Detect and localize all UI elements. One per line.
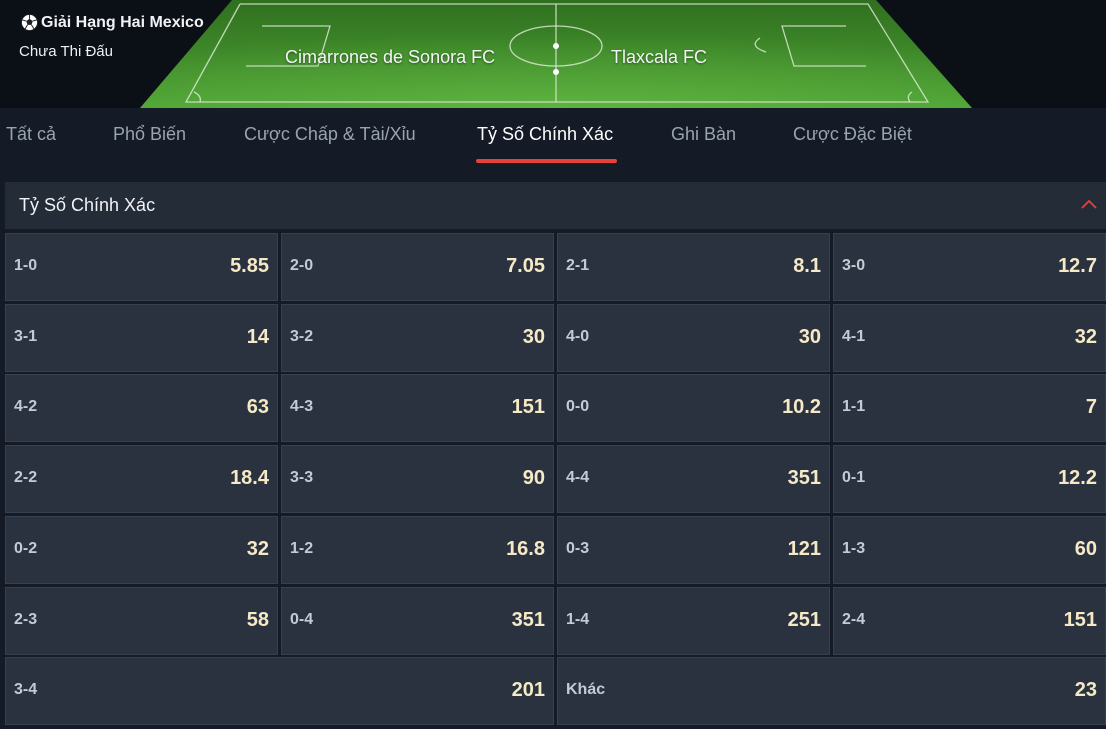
- odds-button[interactable]: 1-0 5.85: [5, 233, 278, 301]
- odds-value: 151: [1063, 609, 1097, 631]
- odds-button[interactable]: 0-2 32: [5, 516, 278, 584]
- tab-correct-score[interactable]: Tỷ Số Chính Xác: [477, 124, 613, 145]
- odds-button[interactable]: 3-4 201: [5, 657, 554, 725]
- odds-value: 8.1: [793, 255, 821, 277]
- odds-button[interactable]: 3-1 14: [5, 304, 278, 372]
- odds-button[interactable]: 4-0 30: [557, 304, 830, 372]
- odds-button[interactable]: 2-4 151: [833, 587, 1106, 655]
- odds-button[interactable]: 1-3 60: [833, 516, 1106, 584]
- tab-handicap-over-under[interactable]: Cược Chấp & Tài/Xỉu: [244, 124, 416, 145]
- tab-specials[interactable]: Cược Đặc Biệt: [793, 124, 912, 145]
- odds-value: 201: [511, 679, 545, 701]
- score-label: 4-2: [14, 398, 38, 415]
- odds-value: 63: [246, 396, 269, 418]
- score-label: 1-2: [290, 540, 314, 557]
- odds-value: 30: [522, 326, 545, 348]
- odds-value: 30: [798, 326, 821, 348]
- score-label: 3-2: [290, 328, 314, 345]
- odds-button[interactable]: 1-4 251: [557, 587, 830, 655]
- score-label: 2-1: [566, 257, 590, 274]
- score-label: 1-1: [842, 398, 866, 415]
- odds-button[interactable]: 3-2 30: [281, 304, 554, 372]
- odds-value: 121: [787, 538, 821, 560]
- score-label: 0-2: [14, 540, 38, 557]
- score-label: 2-0: [290, 257, 314, 274]
- odds-button[interactable]: 1-2 16.8: [281, 516, 554, 584]
- away-team-name: Tlaxcala FC: [611, 47, 708, 67]
- score-label: 4-1: [842, 328, 866, 345]
- odds-value: 16.8: [506, 538, 545, 560]
- chevron-up-icon[interactable]: [1080, 197, 1098, 211]
- odds-button-other[interactable]: Khác 23: [557, 657, 1106, 725]
- score-label: Khác: [566, 681, 606, 698]
- score-label: 2-2: [14, 469, 38, 486]
- soccer-ball-icon: [20, 13, 39, 32]
- odds-value: 18.4: [230, 467, 269, 489]
- odds-value: 7.05: [506, 255, 545, 277]
- odds-value: 32: [246, 538, 269, 560]
- score-label: 1-0: [14, 257, 38, 274]
- odds-value: 12.2: [1058, 467, 1097, 489]
- score-label: 1-4: [566, 611, 590, 628]
- odds-value: 32: [1074, 326, 1097, 348]
- odds-value: 151: [511, 396, 545, 418]
- score-label: 2-4: [842, 611, 866, 628]
- score-label: 0-3: [566, 540, 590, 557]
- score-label: 3-0: [842, 257, 866, 274]
- score-label: 0-0: [566, 398, 590, 415]
- odds-button[interactable]: 2-2 18.4: [5, 445, 278, 513]
- tab-goalscorer[interactable]: Ghi Bàn: [671, 124, 736, 145]
- match-banner: Giải Hạng Hai Mexico Chưa Thi Đấu Cimarr…: [0, 0, 1106, 108]
- odds-button[interactable]: 4-1 32: [833, 304, 1106, 372]
- tab-all[interactable]: Tất cả: [6, 124, 56, 145]
- odds-button[interactable]: 1-1 7: [833, 374, 1106, 442]
- odds-value: 7: [1085, 396, 1097, 418]
- odds-button[interactable]: 0-0 10.2: [557, 374, 830, 442]
- odds-button[interactable]: 3-0 12.7: [833, 233, 1106, 301]
- odds-button[interactable]: 0-4 351: [281, 587, 554, 655]
- home-team-name: Cimarrones de Sonora FC: [285, 47, 496, 67]
- score-label: 3-1: [14, 328, 38, 345]
- score-label: 0-1: [842, 469, 866, 486]
- odds-button[interactable]: 2-0 7.05: [281, 233, 554, 301]
- tab-popular[interactable]: Phổ Biến: [113, 124, 186, 145]
- odds-button[interactable]: 2-3 58: [5, 587, 278, 655]
- odds-button[interactable]: 4-4 351: [557, 445, 830, 513]
- score-label: 4-3: [290, 398, 314, 415]
- active-tab-indicator: [476, 159, 617, 163]
- odds-value: 58: [246, 609, 269, 631]
- odds-button[interactable]: 4-2 63: [5, 374, 278, 442]
- score-label: 3-3: [290, 469, 314, 486]
- league-name: Giải Hạng Hai Mexico: [41, 13, 204, 31]
- score-label: 1-3: [842, 540, 866, 557]
- odds-button[interactable]: 2-1 8.1: [557, 233, 830, 301]
- match-status: Chưa Thi Đấu: [19, 43, 113, 60]
- odds-button[interactable]: 4-3 151: [281, 374, 554, 442]
- odds-value: 60: [1074, 538, 1097, 560]
- odds-button[interactable]: 3-3 90: [281, 445, 554, 513]
- odds-value: 14: [246, 326, 269, 348]
- score-label: 0-4: [290, 611, 314, 628]
- odds-value: 351: [511, 609, 545, 631]
- odds-value: 12.7: [1058, 255, 1097, 277]
- market-title: Tỷ Số Chính Xác: [19, 195, 156, 215]
- odds-value: 90: [522, 467, 545, 489]
- score-label: 3-4: [14, 681, 38, 698]
- odds-button[interactable]: 0-1 12.2: [833, 445, 1106, 513]
- score-label: 4-0: [566, 328, 590, 345]
- market-header[interactable]: Tỷ Số Chính Xác: [5, 182, 1106, 229]
- odds-value: 351: [787, 467, 821, 489]
- score-label: 4-4: [566, 469, 590, 486]
- odds-value: 251: [787, 609, 821, 631]
- odds-button[interactable]: 0-3 121: [557, 516, 830, 584]
- market-tabs: Tất cả Phổ Biến Cược Chấp & Tài/Xỉu Tỷ S…: [0, 108, 1106, 164]
- odds-value: 10.2: [782, 396, 821, 418]
- score-label: 2-3: [14, 611, 38, 628]
- league-title: Giải Hạng Hai Mexico: [20, 13, 204, 32]
- odds-value: 5.85: [230, 255, 269, 277]
- odds-value: 23: [1074, 679, 1097, 701]
